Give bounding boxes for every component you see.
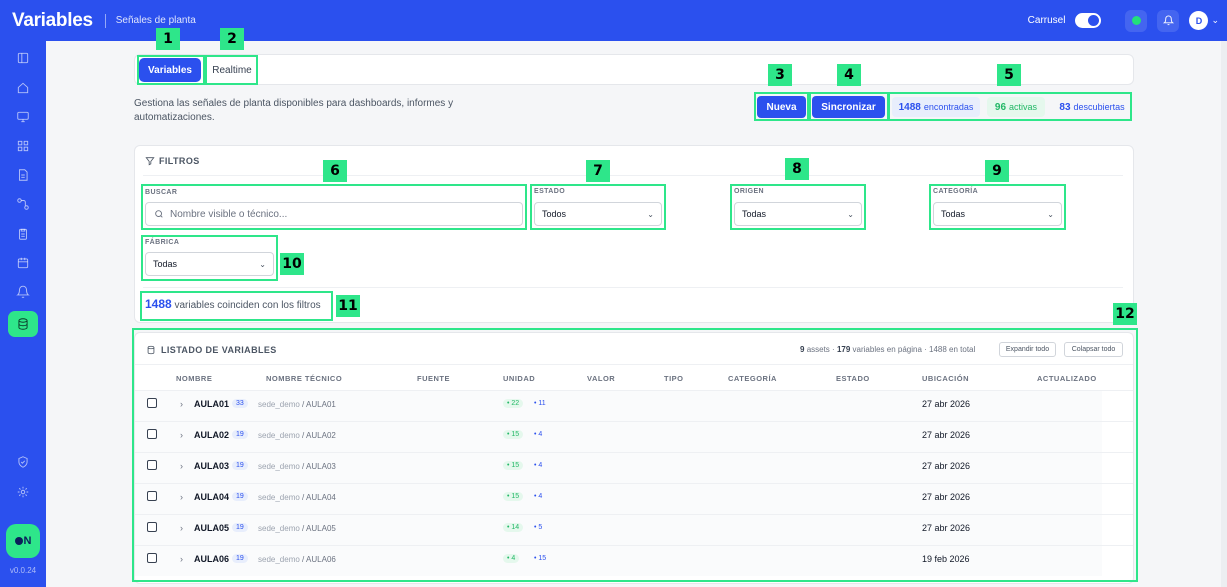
annotation-box-1 (137, 55, 205, 85)
home-icon[interactable] (12, 77, 34, 99)
annotation-box-6 (141, 184, 527, 230)
annotation-label-7: 7 (586, 160, 610, 182)
chevron-down-icon: ⌄ (1211, 15, 1219, 25)
annotation-label-10: 10 (280, 253, 304, 275)
carrusel-label: Carrusel (1027, 15, 1066, 26)
annotation-label-6: 6 (323, 160, 347, 182)
brand-divider (104, 13, 106, 28)
app-version: v0.0.24 (9, 566, 37, 575)
status-dot-icon (1131, 16, 1141, 25)
annotation-box-8 (730, 184, 866, 230)
workflow-icon[interactable] (12, 193, 34, 215)
connection-status[interactable] (1125, 9, 1148, 32)
notifications-button[interactable] (1157, 9, 1180, 32)
document-icon[interactable] (12, 164, 34, 186)
annotation-box-2 (205, 55, 258, 85)
results-divider (143, 287, 1123, 288)
annotation-label-12: 12 (1113, 303, 1137, 325)
app-logo[interactable]: N (6, 524, 40, 558)
annotation-box-10 (141, 235, 278, 281)
logo-text: N (23, 535, 32, 547)
annotation-label-9: 9 (985, 160, 1009, 182)
filter-icon (145, 157, 155, 166)
top-bar: Variables Señales de planta Carrusel D ⌄ (0, 0, 1227, 41)
shield-icon[interactable] (12, 451, 34, 473)
annotation-label-3: 3 (768, 64, 792, 86)
user-menu[interactable]: D ⌄ (1189, 11, 1219, 30)
monitor-icon[interactable] (12, 106, 34, 128)
calendar-icon[interactable] (12, 252, 34, 274)
annotation-box-3 (754, 92, 809, 121)
clipboard-icon[interactable] (12, 223, 34, 245)
annotation-box-12 (132, 328, 1138, 582)
brand-subtitle: Señales de planta (115, 15, 196, 26)
avatar: D (1189, 11, 1209, 30)
annotation-box-11 (140, 291, 333, 321)
annotation-box-7 (530, 184, 666, 230)
sidebar-toggle-icon[interactable] (12, 47, 34, 69)
scrollbar[interactable] (1221, 41, 1227, 587)
dashboard-grid-icon[interactable] (12, 135, 34, 157)
annotation-label-5: 5 (997, 64, 1021, 86)
top-right-controls: Carrusel D ⌄ (1028, 0, 1219, 41)
annotation-label-11: 11 (336, 295, 360, 317)
logo-dot-icon (14, 537, 23, 545)
alerts-bell-icon[interactable] (12, 281, 34, 303)
annotation-label-2: 2 (220, 28, 244, 50)
filters-divider (143, 175, 1123, 176)
page-description: Gestiona las señales de planta disponibl… (134, 98, 454, 123)
annotation-label-4: 4 (837, 64, 861, 86)
annotation-label-8: 8 (785, 158, 809, 180)
annotation-box-4 (809, 92, 889, 121)
annotation-box-5 (888, 92, 1132, 121)
annotation-label-1: 1 (156, 28, 180, 50)
carrusel-toggle[interactable] (1075, 13, 1102, 28)
sidebar: N v0.0.24 (0, 41, 46, 587)
filters-title: FILTROS (159, 156, 200, 166)
settings-gear-icon[interactable] (12, 481, 34, 503)
brand-title: Variables (12, 9, 93, 31)
filters-header: FILTROS (145, 156, 200, 166)
tabs-bar: Variables Realtime (134, 54, 1134, 85)
database-icon[interactable] (8, 311, 38, 337)
annotation-box-9 (929, 184, 1066, 230)
bell-icon (1162, 15, 1174, 26)
